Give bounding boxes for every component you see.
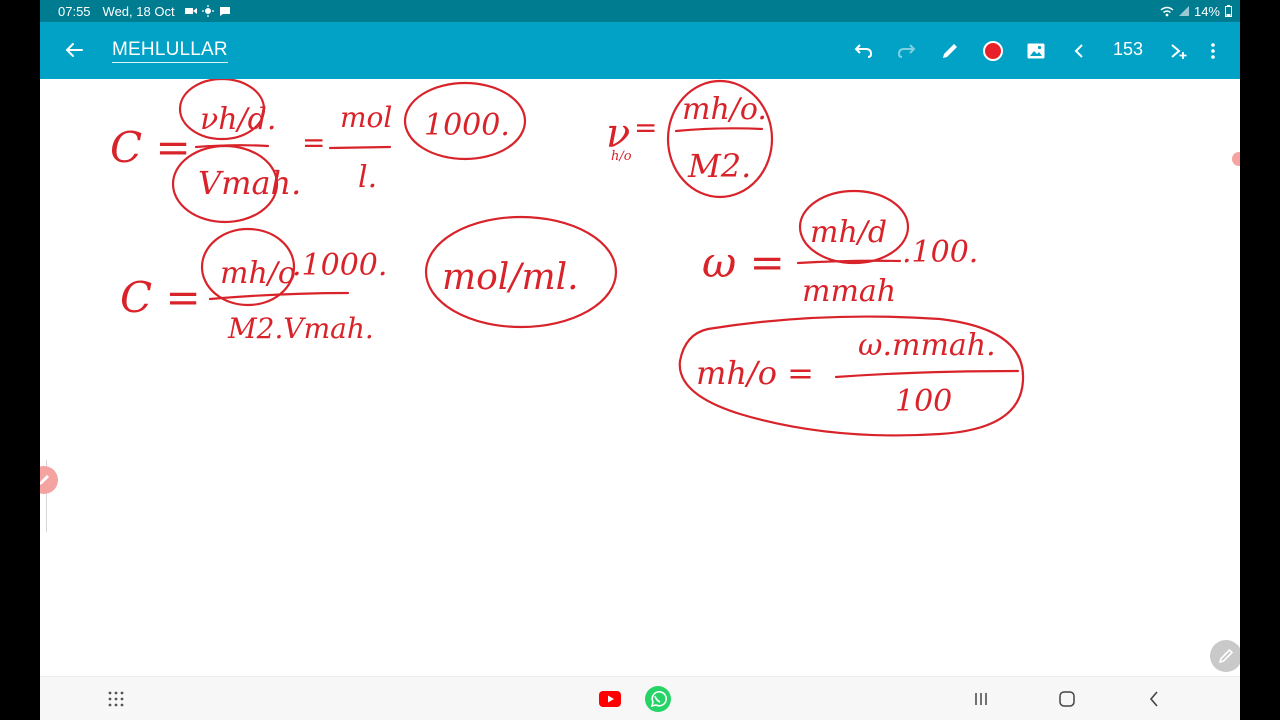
f3-den: M2.Vmah. <box>227 312 374 345</box>
system-navigation-bar <box>40 676 1240 720</box>
whiteboard-canvas[interactable]: C = νh/d. Vmah. = mol l. 1000. ν h/o = m… <box>40 77 1240 676</box>
app-screen: 07:55 Wed, 18 Oct 14% MEHLULLAR 153 C = … <box>40 0 1240 720</box>
battery-icon <box>1225 5 1232 17</box>
add-page-icon <box>1171 44 1187 59</box>
wifi-icon <box>1160 6 1174 16</box>
f2-fraction-line <box>674 127 764 133</box>
battery-percent: 14% <box>1193 3 1220 19</box>
f3-unit: mol/ml. <box>442 257 579 298</box>
more-vertical-icon <box>1211 43 1215 59</box>
home-icon <box>1059 691 1075 707</box>
f2-eq: = <box>634 111 657 144</box>
f2-lhs-sub: h/o <box>611 149 632 164</box>
insert-image-button[interactable] <box>1021 36 1051 66</box>
f5-fraction-line <box>834 369 1020 379</box>
status-bar: 07:55 Wed, 18 Oct 14% <box>40 0 1240 22</box>
f2-num: mh/o. <box>682 92 767 127</box>
f3-num: mh/o <box>220 256 296 291</box>
f1-num: νh/d. <box>200 102 276 137</box>
arrow-left-icon <box>65 43 83 57</box>
f1-eq2: = <box>302 126 325 159</box>
brightness-icon <box>201 5 214 17</box>
pen-tool-button[interactable] <box>935 36 965 66</box>
system-back-button[interactable] <box>1139 685 1169 713</box>
edit-fab-button[interactable] <box>1210 640 1240 672</box>
status-time: 07:55 <box>58 3 91 19</box>
back-button[interactable] <box>60 36 88 64</box>
app-bar: MEHLULLAR 153 <box>40 22 1240 79</box>
formula-molarity-mass: C = mh/o .1000. M2.Vmah. mol/ml. <box>120 215 618 345</box>
pen-color-button[interactable] <box>978 36 1008 66</box>
whatsapp-shortcut[interactable] <box>643 685 673 713</box>
f3-lhs: C = <box>120 273 201 322</box>
youtube-icon <box>599 691 621 707</box>
undo-icon <box>854 44 873 58</box>
pencil-icon <box>1218 648 1234 664</box>
f4-factor: .100. <box>902 235 978 270</box>
f1-den: Vmah. <box>198 164 301 202</box>
handwriting-layer: C = νh/d. Vmah. = mol l. 1000. ν h/o = m… <box>110 77 1025 437</box>
status-notification-icons <box>184 5 231 17</box>
status-right: 14% <box>1160 0 1232 22</box>
f1-unit-line <box>328 145 392 150</box>
previous-page-button[interactable] <box>1064 36 1094 66</box>
add-page-button[interactable] <box>1164 36 1194 66</box>
f4-lhs: ω = <box>702 238 785 287</box>
f4-num: mh/d <box>810 215 887 250</box>
formula-mass-fraction: ω = mh/d .100. mmah <box>702 189 978 309</box>
f4-den: mmah <box>802 274 896 309</box>
formula-solute-mass: mh/o = ω.mmah. 100 <box>678 315 1025 437</box>
home-button[interactable] <box>1052 685 1082 713</box>
f1-unit-den: l. <box>358 160 377 195</box>
image-icon <box>1027 43 1045 59</box>
formula-moles: ν h/o = mh/o. M2. <box>606 79 774 199</box>
scroll-indicator-dot <box>1232 152 1240 166</box>
f1-unit-num: mol <box>340 101 392 134</box>
f1-lhs: C = <box>110 123 191 172</box>
formula-molarity: C = νh/d. Vmah. = mol l. 1000. <box>110 77 527 224</box>
video-icon <box>184 8 197 14</box>
redo-icon <box>897 44 916 58</box>
page-number[interactable]: 153 <box>1106 39 1150 60</box>
document-title[interactable]: MEHLULLAR <box>112 39 228 63</box>
chevron-left-icon <box>1149 691 1158 707</box>
recents-icon <box>975 693 987 705</box>
f5-lhs: mh/o = <box>696 354 814 392</box>
f5-num: ω.mmah. <box>858 328 996 363</box>
chevron-left-icon <box>1074 44 1083 58</box>
more-options-button[interactable] <box>1198 36 1228 66</box>
app-drawer-button[interactable] <box>101 685 131 713</box>
youtube-shortcut[interactable] <box>595 685 625 713</box>
pencil-icon <box>40 475 49 485</box>
grid-dots-icon <box>108 691 124 707</box>
status-date: Wed, 18 Oct <box>102 3 175 19</box>
f3-factor: .1000. <box>292 248 387 283</box>
f5-den: 100 <box>895 384 952 419</box>
pencil-icon <box>943 44 957 58</box>
whatsapp-icon <box>645 686 671 712</box>
f1-factor: 1000. <box>424 108 510 143</box>
pen-color-swatch <box>983 41 1003 61</box>
undo-button[interactable] <box>848 36 878 66</box>
signal-icon <box>1178 6 1189 16</box>
message-icon <box>219 6 230 16</box>
f2-den: M2. <box>687 147 751 185</box>
redo-button[interactable] <box>892 36 922 66</box>
recent-apps-button[interactable] <box>966 685 996 713</box>
